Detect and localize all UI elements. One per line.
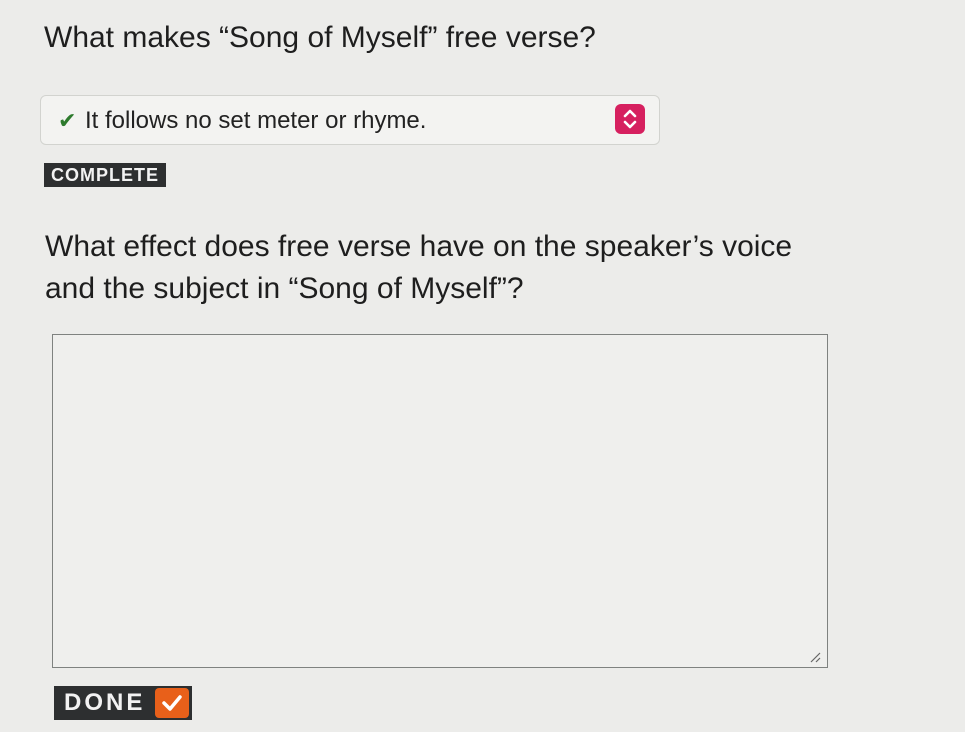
question-1-prompt: What makes “Song of Myself” free verse?: [44, 21, 596, 54]
chevron-up-down-icon[interactable]: [615, 104, 645, 134]
check-icon: ✔: [58, 108, 77, 133]
response-textarea[interactable]: [52, 334, 828, 668]
done-button[interactable]: DONE: [54, 686, 193, 720]
resize-grip-icon[interactable]: [809, 650, 821, 663]
question-2-prompt: What effect does free verse have on the …: [45, 230, 793, 305]
status-badge: COMPLETE: [44, 163, 167, 187]
selected-answer: It follows no set meter or rhyme.: [85, 107, 427, 134]
answer-dropdown[interactable]: ✔ It follows no set meter or rhyme.: [40, 95, 660, 145]
done-button-label: DONE: [64, 689, 146, 716]
checkmark-icon: [155, 688, 190, 718]
